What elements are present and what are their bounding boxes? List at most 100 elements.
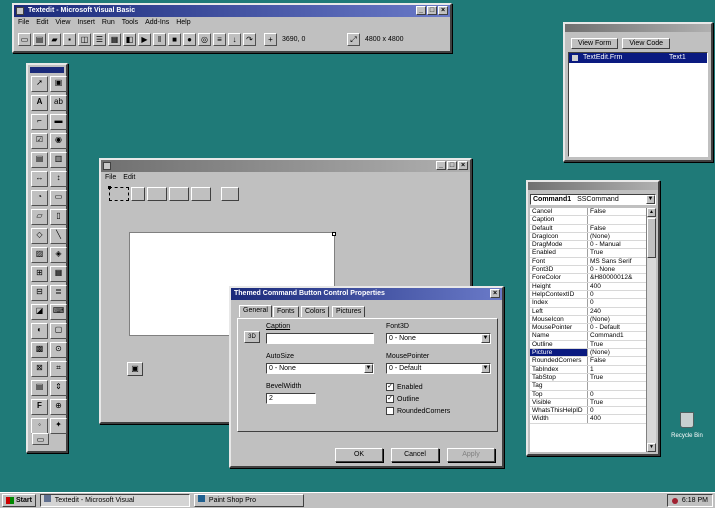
form-command-button-selected[interactable]	[108, 186, 129, 201]
drive-tool-icon[interactable]: ▭	[50, 190, 67, 206]
ole-tool-icon[interactable]: ⊞	[31, 266, 48, 282]
properties-title-bar[interactable]	[528, 182, 658, 190]
view-code-button[interactable]: View Code	[622, 38, 671, 49]
label-tool-icon[interactable]: A	[31, 95, 48, 111]
save-icon[interactable]: ▪	[63, 33, 76, 46]
form-close-icon[interactable]: ×	[458, 161, 468, 170]
property-row[interactable]: Enabled True	[530, 249, 646, 258]
property-row[interactable]: Index 0	[530, 299, 646, 308]
form-command-button[interactable]	[191, 187, 211, 201]
property-row[interactable]: Cancel False	[530, 208, 646, 217]
form-minimize-icon[interactable]: _	[436, 161, 446, 170]
form-command-button[interactable]	[169, 187, 189, 201]
caption-input[interactable]	[266, 333, 374, 344]
property-value[interactable]: False	[588, 357, 646, 364]
extra-tool-icon[interactable]: ▭	[32, 433, 49, 445]
frame-tool-icon[interactable]: ⌐	[31, 114, 48, 130]
menu-insert[interactable]: Insert	[77, 18, 95, 27]
property-value[interactable]: 0	[588, 299, 646, 306]
chevron-down-icon[interactable]: ▼	[481, 364, 490, 373]
property-value[interactable]: 0	[588, 407, 646, 414]
apply-button[interactable]: Apply	[447, 448, 495, 462]
property-value[interactable]: (None)	[588, 349, 646, 356]
property-row[interactable]: Tag	[530, 382, 646, 391]
property-value[interactable]: 0 - Manual	[588, 241, 646, 248]
commandbutton-tool-icon[interactable]: ▬	[50, 114, 67, 130]
vscroll-tool-icon[interactable]: ↕	[50, 171, 67, 187]
picturebox-tool-icon[interactable]: ▣	[50, 76, 67, 92]
tab-fonts[interactable]: Fonts	[273, 306, 299, 317]
option-tool-icon[interactable]: ◉	[50, 133, 67, 149]
rounded-corners-checkbox[interactable]: RoundedCorners	[386, 407, 450, 415]
new-form-icon[interactable]: ▭	[18, 33, 31, 46]
property-row[interactable]: Name Command1	[530, 332, 646, 341]
animated-tool-icon[interactable]: ⊕	[50, 399, 67, 415]
scroll-down-icon[interactable]: ▼	[647, 443, 656, 452]
property-row[interactable]: RoundedCorners False	[530, 357, 646, 366]
property-row[interactable]: Width 400	[530, 415, 646, 424]
property-value[interactable]: True	[588, 341, 646, 348]
scroll-thumb[interactable]	[647, 218, 656, 258]
dialog-close-icon[interactable]: ×	[490, 289, 500, 298]
property-scrollbar[interactable]: ▲ ▼	[646, 208, 656, 452]
property-row[interactable]: Font MS Sans Serif	[530, 257, 646, 267]
property-row[interactable]: Caption	[530, 216, 646, 225]
breakpoint-icon[interactable]: ●	[183, 33, 196, 46]
watch-icon[interactable]: ◎	[198, 33, 211, 46]
property-value[interactable]: True	[588, 399, 646, 406]
taskbar-item-paintshop[interactable]: Paint Shop Pro	[193, 494, 304, 507]
richtext-tool-icon[interactable]: ≣	[50, 285, 67, 301]
chevron-down-icon[interactable]: ▼	[481, 334, 490, 343]
property-row[interactable]: DragIcon (None)	[530, 232, 646, 242]
lock-icon[interactable]: ◫	[78, 33, 91, 46]
property-row[interactable]: Height 400	[530, 282, 646, 291]
menu-help[interactable]: Help	[176, 18, 190, 27]
check3d-tool-icon[interactable]: ⊠	[31, 361, 48, 377]
image-tool-icon[interactable]: ▨	[31, 247, 48, 263]
form-menu-file[interactable]: File	[105, 173, 116, 182]
shape-tool-icon[interactable]: ◇	[31, 228, 48, 244]
property-value[interactable]: &H80000012&	[588, 274, 646, 281]
chevron-down-icon[interactable]: ▼	[364, 364, 373, 373]
bevelwidth-input[interactable]: 2	[266, 393, 316, 404]
tab-general[interactable]: General	[239, 305, 272, 317]
grid2-tool-icon[interactable]: ▤	[31, 380, 48, 396]
data-tool-icon[interactable]: ◈	[50, 247, 67, 263]
property-row[interactable]: ForeColor &H80000012&	[530, 274, 646, 283]
form-image-control[interactable]: ▣	[127, 362, 143, 376]
panel-tool-icon[interactable]: ▢	[50, 323, 67, 339]
grid-tool-icon[interactable]: ▦	[50, 266, 67, 282]
form-title-bar[interactable]: _ □ ×	[101, 160, 470, 172]
property-value[interactable]: 0	[588, 291, 646, 298]
property-row[interactable]: Left 240	[530, 307, 646, 316]
property-row[interactable]: TabIndex 1	[530, 365, 646, 374]
minimize-icon[interactable]: _	[416, 6, 426, 15]
font-tool-icon[interactable]: F	[31, 399, 48, 415]
browser-icon[interactable]: ◧	[123, 33, 136, 46]
property-value[interactable]: False	[588, 208, 646, 215]
frame3d-tool-icon[interactable]: ⌗	[50, 361, 67, 377]
property-row[interactable]: Default False	[530, 224, 646, 233]
property-value[interactable]	[588, 216, 646, 223]
spin-tool-icon[interactable]: ⇕	[50, 380, 67, 396]
form-command-button[interactable]	[131, 187, 145, 201]
property-row[interactable]: DragMode 0 - Manual	[530, 241, 646, 250]
cancel-button[interactable]: Cancel	[391, 448, 439, 462]
listbox-tool-icon[interactable]: ▥	[50, 152, 67, 168]
property-row[interactable]: WhatsThisHelpID 0	[530, 407, 646, 416]
recycle-bin[interactable]: Recycle Bin	[664, 412, 710, 439]
property-value[interactable]: 1	[588, 366, 646, 373]
volume-icon[interactable]	[671, 497, 678, 504]
property-value[interactable]: Command1	[588, 332, 646, 339]
tab-colors[interactable]: Colors	[301, 306, 330, 317]
property-row[interactable]: MousePointer 0 - Default	[530, 324, 646, 333]
property-row[interactable]: Font3D 0 - None	[530, 266, 646, 275]
scroll-up-icon[interactable]: ▲	[647, 208, 656, 217]
pointer-tool-icon[interactable]: ➚	[31, 76, 48, 92]
form-command-button[interactable]	[147, 187, 167, 201]
keystate-tool-icon[interactable]: ⌨	[50, 304, 67, 320]
menu-addins[interactable]: Add-Ins	[145, 18, 169, 27]
property-row[interactable]: TabStop True	[530, 373, 646, 383]
property-value[interactable]: True	[588, 374, 646, 381]
vb-title-bar[interactable]: Textedit - Microsoft Visual Basic _ □ ×	[14, 5, 450, 17]
